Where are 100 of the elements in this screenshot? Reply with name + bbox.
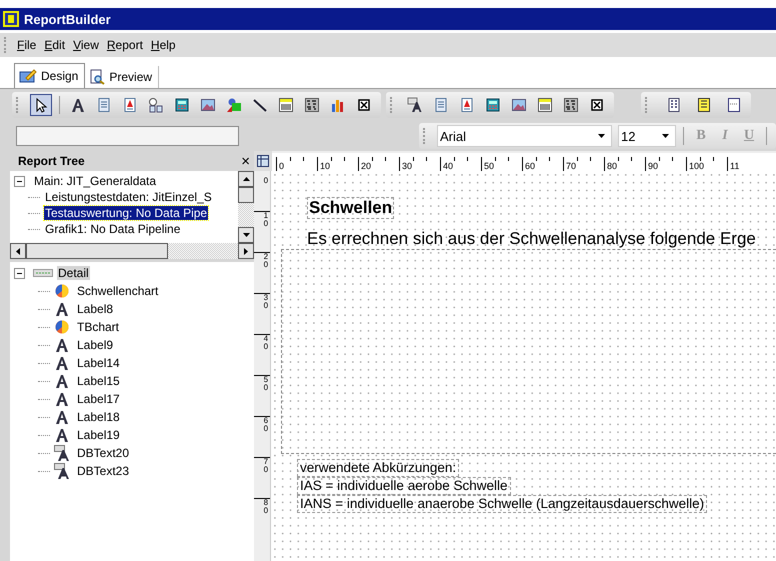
menu-item[interactable]: Help (148, 38, 181, 52)
menu-item[interactable]: File (14, 38, 42, 52)
menu-item[interactable]: View (70, 38, 104, 52)
ruler-number: 50 (484, 162, 494, 171)
tree-item[interactable]: Testauswertung: No Data Pipe (44, 206, 208, 220)
ruler-number: 40 (443, 162, 454, 171)
ruler-number: 11 (730, 162, 740, 171)
letter-a-icon (54, 427, 70, 443)
menu-item[interactable]: Report (104, 38, 148, 52)
font-size-dropdown[interactable]: 12 (618, 125, 676, 147)
matrix-code-icon (563, 97, 579, 113)
report-label[interactable]: verwendete Abkürzungen: (297, 459, 460, 477)
grid-icon (257, 155, 269, 167)
letter-a-icon (54, 409, 70, 425)
document-icon (96, 97, 112, 113)
report-label[interactable]: IANS = individuelle anaerobe Schwelle (Langzeitausdauerschwelle) (297, 495, 708, 513)
bar-chart-icon (330, 97, 346, 113)
tree-item[interactable]: DBText20 (76, 446, 130, 460)
document-icon (433, 97, 449, 113)
grid-toggle-button[interactable] (254, 151, 272, 171)
calculator-icon (174, 97, 190, 113)
rich-text-icon (459, 97, 475, 113)
ruler-number: 20 (361, 162, 372, 171)
collapse-toggle[interactable] (14, 176, 25, 186)
barcode-icon (278, 97, 294, 113)
tab[interactable]: Design (14, 63, 86, 88)
line-icon (252, 97, 268, 113)
image-icon (511, 97, 527, 113)
checkbox-icon (589, 97, 605, 113)
calculator-icon (485, 97, 501, 113)
tree-item[interactable]: Leistungstestdaten: JitEinzel_S (44, 190, 213, 204)
report-label[interactable]: Schwellen (307, 197, 394, 219)
tree-item[interactable]: Label17 (76, 392, 121, 406)
list-icon (696, 97, 712, 113)
app-icon (3, 11, 19, 27)
image-icon (200, 97, 216, 113)
tree-item[interactable]: Label15 (76, 374, 121, 388)
tree-item[interactable]: Label14 (76, 356, 121, 370)
tab[interactable]: Preview (85, 66, 160, 88)
checkbox-icon (356, 97, 372, 113)
close-button[interactable]: × (241, 152, 250, 170)
scrollbar[interactable] (238, 171, 254, 243)
ruler-number: 100 (689, 162, 704, 171)
magnifier-page-icon (89, 69, 106, 85)
input-field[interactable] (16, 126, 239, 146)
ruler-number: 80 (264, 499, 268, 517)
down-arrow-icon (242, 233, 250, 237)
tree-item[interactable]: Schwellenchart (76, 284, 160, 298)
ruler-number: 30 (402, 162, 412, 171)
tree-item[interactable]: Grafik1: No Data Pipeline (44, 222, 182, 236)
barcode-icon (537, 97, 553, 113)
page-icon (726, 97, 742, 113)
collapse-toggle[interactable] (14, 268, 25, 278)
data-text-icon (407, 97, 423, 113)
ruler-number: 20 (264, 253, 268, 271)
pencil-form-icon (19, 69, 37, 83)
list-icon (666, 97, 682, 113)
tree-item[interactable]: Label9 (76, 338, 114, 352)
letter-a-icon (54, 301, 70, 317)
tree-item[interactable]: DBText23 (76, 464, 130, 478)
rich-text-icon (122, 97, 138, 113)
menu-item[interactable]: Edit (41, 38, 70, 52)
letter-a-icon (54, 373, 70, 389)
band-icon (33, 269, 53, 277)
panel-title: Report Tree (18, 154, 85, 168)
letter-a-icon (54, 391, 70, 407)
ruler-number: 10 (320, 162, 330, 171)
ruler-number: 70 (264, 458, 268, 476)
right-arrow-icon (244, 248, 248, 254)
tree-item[interactable]: Label8 (76, 302, 114, 316)
ruler-number: 0 (279, 162, 284, 171)
report-label[interactable]: Es errechnen sich aus der Schwellenanalyse folgende Erge (307, 229, 756, 248)
up-arrow-icon (242, 177, 250, 181)
matrix-code-icon (304, 97, 320, 113)
shapes-icon (226, 97, 242, 113)
ruler-number: 10 (264, 212, 268, 230)
scroll-thumb[interactable] (238, 187, 254, 203)
font-dropdown[interactable]: Arial (437, 125, 612, 147)
ruler-number: 60 (264, 417, 268, 435)
ruler-number: 80 (607, 162, 618, 171)
tool-button[interactable] (30, 94, 52, 116)
letter-a-icon (54, 355, 70, 371)
ruler-number: 40 (264, 335, 268, 353)
window-title: ReportBuilder (24, 12, 111, 26)
tree-item[interactable]: Label18 (76, 410, 121, 424)
tree-item[interactable]: Label19 (76, 428, 121, 442)
letter-a-icon (54, 337, 70, 353)
left-arrow-icon (16, 248, 20, 254)
dropdown-arrow-icon (598, 134, 605, 138)
scrollbar[interactable] (10, 243, 254, 259)
ruler-number: 0 (264, 177, 268, 187)
data-text-icon (54, 463, 70, 479)
tree-item[interactable]: TBchart (76, 320, 120, 334)
tree-item[interactable]: Main: JIT_Generaldata (33, 174, 158, 188)
scroll-thumb[interactable] (26, 243, 168, 259)
dropdown-arrow-icon (662, 134, 669, 138)
ruler-number: 50 (264, 376, 268, 394)
report-label[interactable]: IAS = individuelle aerobe Schwelle (297, 477, 511, 495)
ruler-number: 90 (648, 162, 658, 171)
tree-item[interactable]: Detail (57, 266, 90, 280)
